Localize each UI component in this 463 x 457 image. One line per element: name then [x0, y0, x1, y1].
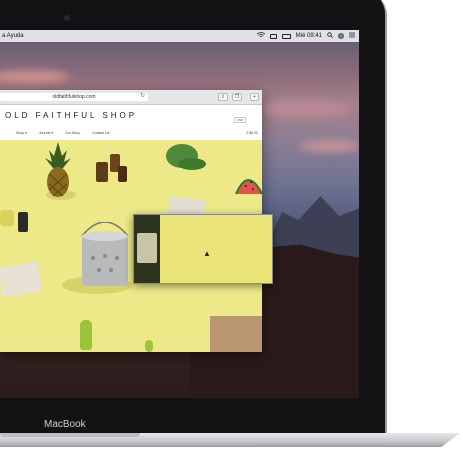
cloud — [0, 70, 70, 84]
site-header: OLD FAITHFUL SHOP USD Shop ▾ Journal ▾ O… — [0, 105, 262, 141]
nav-journal[interactable]: Journal ▾ — [39, 131, 53, 135]
candle — [0, 210, 14, 226]
list-icon[interactable] — [349, 32, 355, 40]
clock[interactable]: Mié 09:41 — [296, 33, 322, 39]
jar-label — [137, 233, 157, 263]
cardboard-box — [210, 316, 262, 352]
site-nav: Shop ▾ Journal ▾ Our Story Contact Us — [16, 131, 109, 135]
menu-bar: a Ayuda Mié 09:41 — [0, 30, 359, 42]
camera — [64, 15, 70, 21]
jar — [118, 166, 127, 182]
green-bottle — [145, 340, 153, 352]
browser-toolbar: oldfaithfulshop.com ↻ ⇧ ❐ + — [0, 90, 262, 105]
mouse-pointer-icon: ▲ — [203, 249, 211, 258]
book — [0, 260, 43, 298]
pineapple — [43, 142, 73, 203]
cloud — [300, 140, 359, 152]
address-bar[interactable]: oldfaithfulshop.com — [0, 93, 148, 101]
video-frame-jar — [134, 215, 160, 283]
watermelon-slice — [234, 170, 262, 201]
cart-link[interactable]: 0 $0.00 — [246, 131, 258, 135]
nav-contact[interactable]: Contact Us — [92, 131, 109, 135]
share-icon[interactable]: ⇧ — [218, 93, 228, 101]
menu-bar-status: Mié 09:41 — [256, 30, 355, 42]
bottle — [18, 212, 28, 232]
laptop-base-notch — [0, 433, 140, 437]
nav-shop[interactable]: Shop ▾ — [16, 131, 27, 135]
search-icon[interactable] — [327, 32, 333, 40]
device-label: MacBook — [44, 419, 86, 430]
tabs-icon[interactable]: ❐ — [232, 93, 242, 101]
new-tab-icon[interactable]: + — [250, 93, 259, 101]
currency-select[interactable]: USD — [233, 117, 246, 123]
reload-icon[interactable]: ↻ — [140, 92, 145, 99]
airplay-icon[interactable] — [269, 33, 277, 39]
green-bottle — [80, 320, 92, 350]
wifi-icon[interactable] — [256, 32, 265, 40]
site-logo[interactable]: OLD FAITHFUL SHOP — [5, 111, 137, 120]
battery-icon[interactable] — [281, 33, 291, 39]
green-cap — [160, 142, 206, 177]
menu-item-help[interactable]: a Ayuda — [2, 33, 24, 39]
metal-bucket — [78, 221, 132, 293]
cloud — [260, 100, 350, 118]
siri-icon[interactable] — [338, 33, 344, 39]
jar — [96, 162, 108, 182]
nav-our-story[interactable]: Our Story — [65, 131, 80, 135]
